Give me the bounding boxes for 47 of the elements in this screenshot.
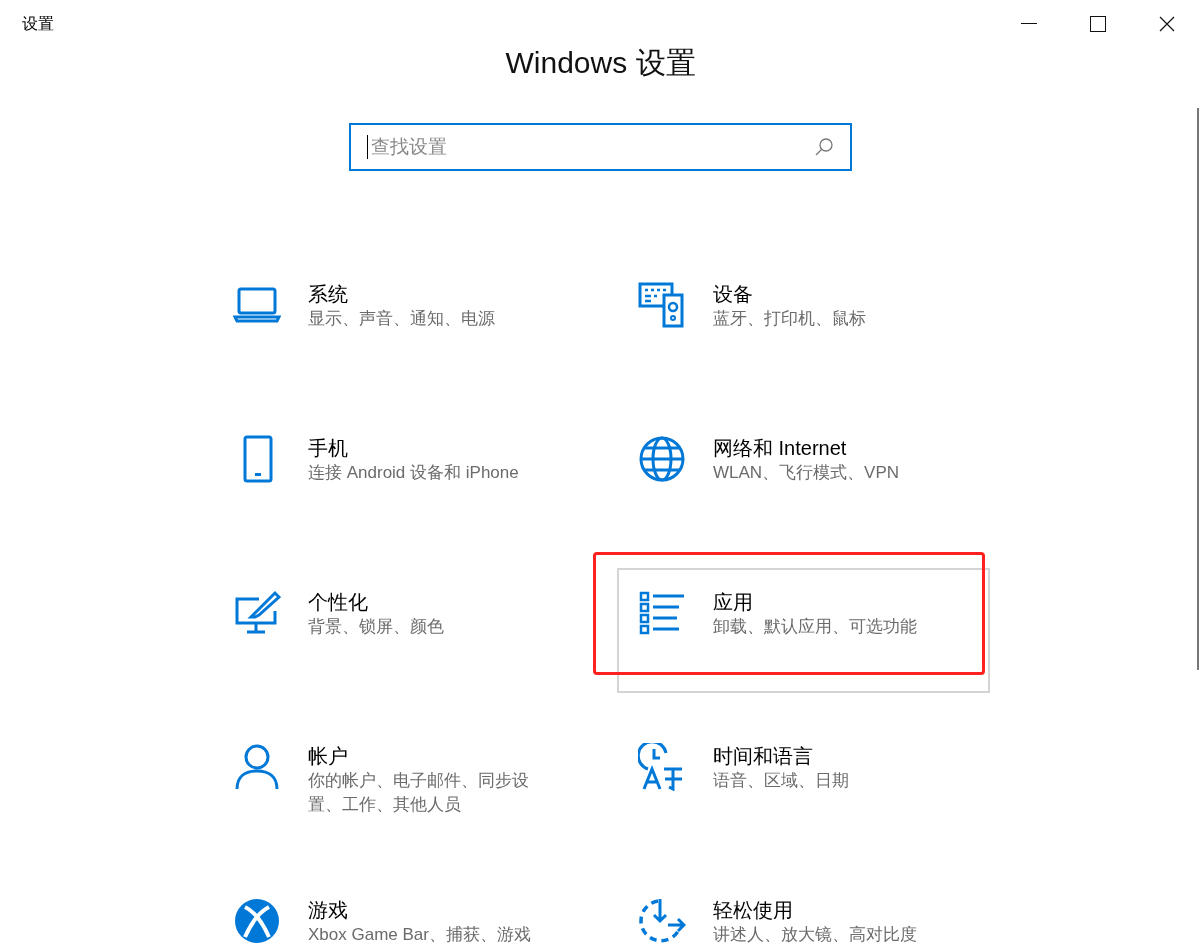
category-title: 设备 [713, 282, 754, 307]
monitor-brush-icon [233, 589, 281, 637]
category-tile[interactable]: 帐户 你的帐户、电子邮件、同步设置、工作、其他人员 [212, 722, 585, 847]
category-title: 游戏 [308, 898, 349, 923]
category-description: 蓝牙、打印机、鼠标 [713, 308, 866, 330]
category-description: 连接 Android 设备和 iPhone [308, 462, 519, 484]
category-title: 轻松使用 [713, 898, 794, 923]
window-title: 设置 [22, 14, 54, 34]
category-title: 系统 [308, 282, 349, 307]
dashed-circle-arrow-icon [638, 897, 686, 945]
category-tile[interactable]: 设备 蓝牙、打印机、鼠标 [617, 260, 990, 385]
maximize-icon [1089, 16, 1106, 32]
category-tile[interactable]: 网络和 Internet WLAN、飞行模式、VPN [617, 414, 990, 539]
category-title: 时间和语言 [713, 744, 814, 769]
category-title: 应用 [713, 590, 754, 615]
text-caret [367, 135, 368, 159]
category-description: 语音、区域、日期 [713, 770, 849, 792]
close-icon [1158, 16, 1175, 32]
category-description: 讲述人、放大镜、高对比度 [713, 924, 917, 946]
category-tile[interactable]: 游戏 Xbox Game Bar、捕获、游戏 [212, 876, 585, 947]
category-description: 背景、锁屏、颜色 [308, 616, 444, 638]
category-tile[interactable]: 系统 显示、声音、通知、电源 [212, 260, 585, 385]
category-tile[interactable]: 应用 卸载、默认应用、可选功能 [617, 568, 990, 693]
xbox-icon [233, 897, 281, 945]
category-description: 卸载、默认应用、可选功能 [713, 616, 917, 638]
globe-icon [638, 435, 686, 483]
search-icon [814, 137, 834, 157]
category-description: 显示、声音、通知、电源 [308, 308, 495, 330]
category-title: 个性化 [308, 590, 369, 615]
category-title: 手机 [308, 436, 349, 461]
keyboard-speaker-icon [638, 281, 686, 329]
search-field[interactable]: 查找设置 [349, 123, 852, 171]
category-description: WLAN、飞行模式、VPN [713, 462, 900, 484]
category-title: 网络和 Internet [713, 436, 848, 461]
list-icon [638, 589, 686, 637]
search-input[interactable]: 查找设置 [368, 132, 814, 162]
category-title: 帐户 [308, 744, 349, 769]
category-tile[interactable]: 个性化 背景、锁屏、颜色 [212, 568, 585, 693]
category-tile[interactable]: 时间和语言 语音、区域、日期 [617, 722, 990, 847]
minimize-icon [1020, 23, 1037, 25]
page-heading: Windows 设置 [505, 48, 696, 78]
scrollbar[interactable] [1197, 108, 1199, 670]
category-tile[interactable]: 手机 连接 Android 设备和 iPhone [212, 414, 585, 539]
category-description: Xbox Game Bar、捕获、游戏 [308, 924, 531, 946]
category-tile[interactable]: 轻松使用 讲述人、放大镜、高对比度 [617, 876, 990, 947]
person-icon [233, 743, 281, 791]
category-description: 你的帐户、电子邮件、同步设置、工作、其他人员 [308, 770, 530, 816]
